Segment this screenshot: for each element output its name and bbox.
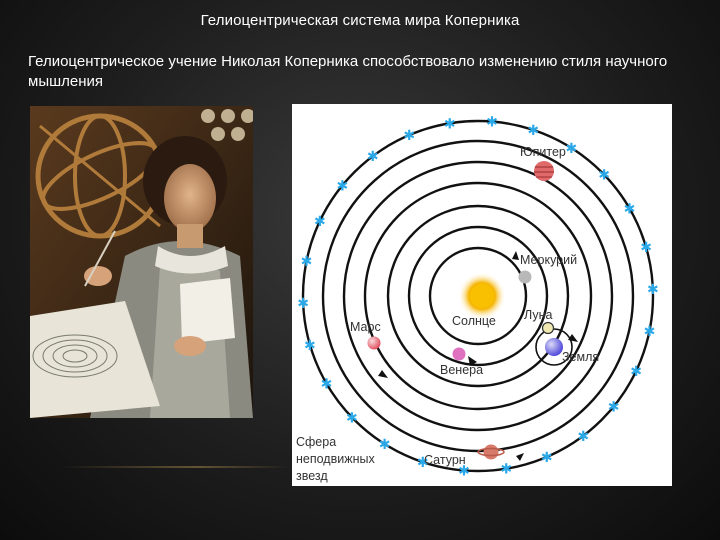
label-sphere-line1: Сфера <box>296 435 336 449</box>
star-icon: ✱ <box>444 116 456 132</box>
star-icon: ✱ <box>640 240 652 256</box>
star-icon: ✱ <box>337 178 349 194</box>
heliocentric-diagram-svg: ✱✱✱✱✱✱✱✱✱✱✱✱✱✱✱✱✱✱✱✱✱✱✱✱✱✱ Юпитер Меркур… <box>296 115 659 483</box>
star-icon: ✱ <box>486 115 498 131</box>
label-sphere-line2: неподвижных <box>296 452 375 466</box>
star-icon: ✱ <box>346 410 358 426</box>
label-moon: Луна <box>524 308 552 322</box>
label-sphere-line3: звезд <box>296 469 328 483</box>
star-icon: ✱ <box>527 123 539 139</box>
heliocentric-diagram: ✱ ✱ ✱ ✱ ✱ ✱ ✱ ✱ ✱ ✱ ✱ ✱ ✱ ✱ ✱ ✱ ✱ ✱ ✱ ✱ ✱ ✱ ✱ ✱ ✱ ✱ Юпитер Меркур… <box>292 104 672 486</box>
venus <box>452 347 466 361</box>
label-mars: Марс <box>350 320 381 334</box>
star-icon: ✱ <box>541 450 553 466</box>
label-saturn: Сатурн <box>424 453 466 467</box>
label-earth: Земля <box>562 350 599 364</box>
star-icon: ✱ <box>297 296 309 312</box>
slide-subtitle: Гелиоцентрическое учение Николая Коперни… <box>28 53 668 90</box>
star-icon: ✱ <box>608 400 620 416</box>
star-icon: ✱ <box>630 364 642 380</box>
star-icon: ✱ <box>577 429 589 445</box>
label-sun: Солнце <box>452 314 496 328</box>
star-icon: ✱ <box>321 377 333 393</box>
slide-title: Гелиоцентрическая система мира Коперника <box>200 12 520 29</box>
label-venus: Венера <box>440 363 483 377</box>
star-icon: ✱ <box>644 324 656 340</box>
moon <box>541 321 555 335</box>
star-icon: ✱ <box>301 254 313 270</box>
star-icon: ✱ <box>624 201 636 217</box>
jupiter <box>534 161 554 181</box>
star-icon: ✱ <box>367 149 379 165</box>
label-jupiter: Юпитер <box>520 145 566 159</box>
star-icon: ✱ <box>379 437 391 453</box>
star-icon: ✱ <box>647 282 659 298</box>
mercury <box>518 270 532 284</box>
star-icon: ✱ <box>304 338 316 354</box>
star-icon: ✱ <box>403 128 415 144</box>
decorative-line <box>60 466 290 468</box>
star-icon: ✱ <box>598 168 610 184</box>
label-mercury: Меркурий <box>520 253 577 267</box>
star-icon: ✱ <box>566 141 578 157</box>
copernicus-portrait-drawing <box>30 106 253 418</box>
star-icon: ✱ <box>500 462 512 478</box>
star-icon: ✱ <box>314 214 326 230</box>
copernicus-portrait <box>30 106 253 418</box>
